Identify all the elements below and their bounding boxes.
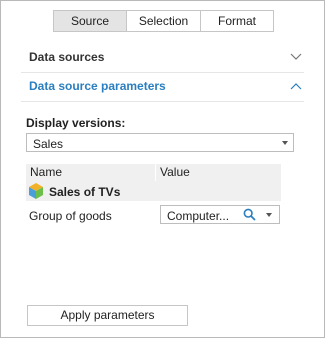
- tab-bar: Source Selection Format: [53, 10, 274, 32]
- param-value: Computer...: [167, 209, 230, 223]
- display-versions-value: Sales: [33, 137, 64, 151]
- chevron-down-icon[interactable]: [288, 49, 304, 65]
- source-row[interactable]: Sales of TVs: [26, 181, 281, 201]
- column-header-name: Name: [26, 164, 156, 181]
- search-icon[interactable]: [243, 208, 256, 224]
- param-name: Group of goods: [29, 209, 112, 223]
- display-versions-label: Display versions:: [26, 116, 126, 130]
- chevron-up-icon[interactable]: [288, 78, 304, 94]
- side-panel: Source Selection Format Data sources Dat…: [0, 0, 325, 338]
- source-name: Sales of TVs: [49, 185, 121, 199]
- display-versions-select[interactable]: Sales: [26, 133, 294, 152]
- data-sources-header[interactable]: Data sources: [21, 42, 304, 73]
- dropdown-caret-icon[interactable]: [266, 213, 272, 217]
- tab-source[interactable]: Source: [54, 11, 127, 31]
- apply-parameters-button[interactable]: Apply parameters: [27, 305, 188, 326]
- grid-header: Name Value: [26, 164, 281, 181]
- column-header-value: Value: [160, 165, 190, 179]
- cube-icon: [27, 182, 45, 203]
- dropdown-caret-icon[interactable]: [282, 141, 288, 145]
- tab-selection[interactable]: Selection: [127, 11, 201, 31]
- tab-format[interactable]: Format: [201, 11, 273, 31]
- data-sources-title: Data sources: [29, 50, 105, 64]
- data-source-parameters-title: Data source parameters: [29, 79, 166, 93]
- data-source-parameters-header[interactable]: Data source parameters: [21, 71, 304, 102]
- param-value-field[interactable]: Computer...: [160, 205, 280, 224]
